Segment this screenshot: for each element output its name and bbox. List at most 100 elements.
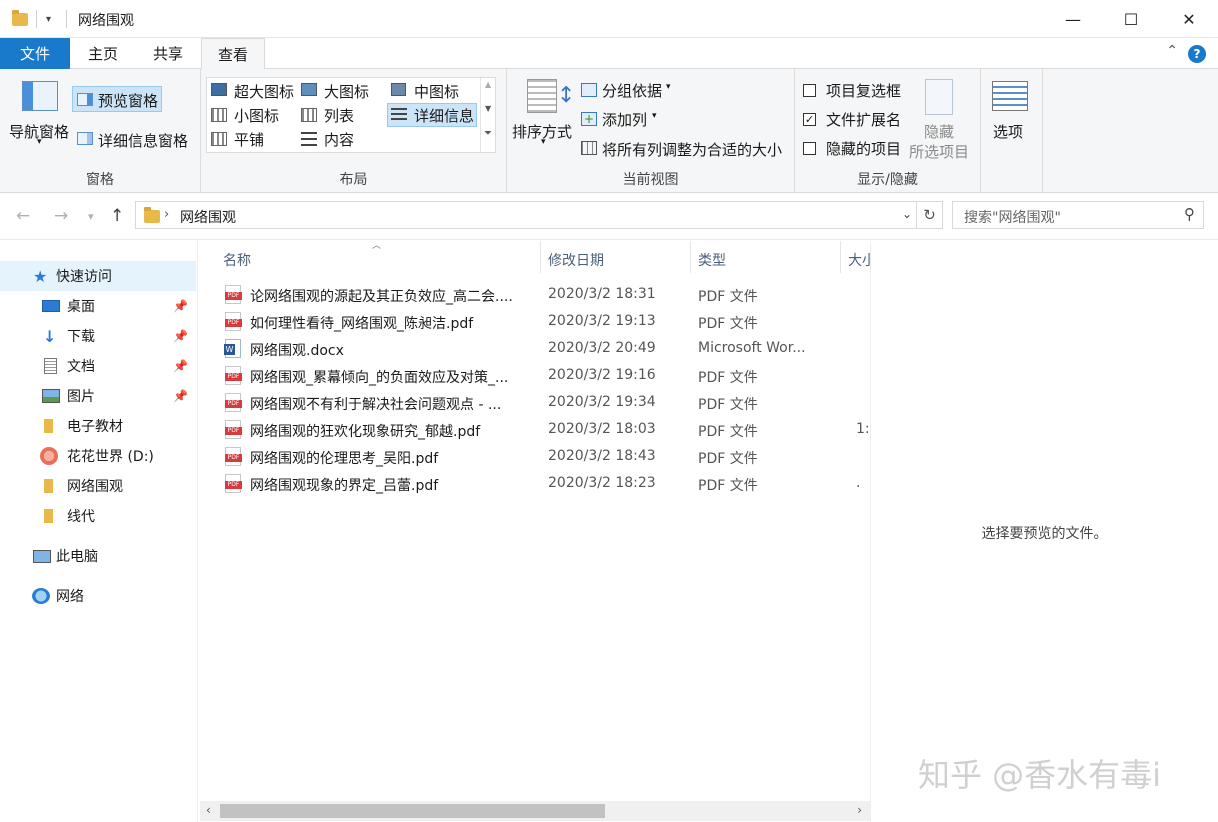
size-all-columns-button[interactable]: 将所有列调整为合适的大小 [602,139,782,160]
layout-tiles[interactable]: 平铺 [234,129,264,150]
divider [36,10,37,28]
layout-gallery-scroller[interactable]: ▲ ▼ ⏷ [480,78,496,152]
file-row[interactable]: 如何理性看待_网络围观_陈昶洁.pdf 2020/3/2 19:13 PDF 文件 [220,309,870,336]
nav-folder-network-onlookers[interactable]: 网络围观 [0,471,196,501]
nav-this-pc[interactable]: 此电脑 [0,541,196,571]
nav-desktop[interactable]: 桌面 📌 [0,291,196,321]
item-checkboxes-checkbox[interactable] [803,84,816,97]
file-row[interactable]: 论网络围观的源起及其正负效应_高二会.... 2020/3/2 18:31 PDF … [220,282,870,309]
nav-quick-access[interactable]: ★ 快速访问 [0,261,196,291]
layout-large-icons[interactable]: 大图标 [324,81,369,102]
nav-drive-d[interactable]: 花花世界 (D:) [0,441,196,471]
nav-folder-linear-algebra[interactable]: 线代 [0,501,196,531]
group-by-button[interactable]: 分组依据 [602,80,662,101]
file-row[interactable]: 网络围观的狂欢化现象研究_郁越.pdf 2020/3/2 18:03 PDF 文件 1… [220,417,870,444]
pin-icon[interactable]: 📌 [173,359,188,373]
column-divider[interactable] [840,241,841,273]
scrollbar-thumb[interactable] [220,804,605,818]
file-row[interactable]: 网络围观的伦理思考_吴阳.pdf 2020/3/2 18:43 PDF 文件 [220,444,870,471]
gallery-more-icon[interactable]: ⏷ [484,128,492,139]
file-row[interactable]: 网络围观_累幕倾向_的负面效应及对策_... 2020/3/2 19:16 PDF … [220,363,870,390]
up-icon[interactable]: ↑ [110,206,124,226]
file-row[interactable]: 网络围观现象的界定_吕蕾.pdf 2020/3/2 18:23 PDF 文件. [220,471,870,498]
file-row[interactable]: 网络围观不有利于解决社会问题观点 - ... 2020/3/2 19:34 PDF … [220,390,870,417]
pin-icon[interactable]: 📌 [173,329,188,343]
refresh-icon[interactable]: ↻ [917,201,943,229]
file-row[interactable]: 网络围观.docx 2020/3/2 20:49 Microsoft Wor... [220,336,870,363]
layout-medium-icons[interactable]: 中图标 [414,81,459,102]
network-icon [32,588,50,604]
hide-selected-icon [925,79,953,115]
scroll-left-icon[interactable]: ‹ [206,803,211,817]
pin-icon[interactable]: 📌 [173,389,188,403]
ribbon: 导航窗格 ▾ 预览窗格 详细信息窗格 窗格 布局 超大图标 大图标 中图标 小图… [0,69,1218,193]
file-extensions-checkbox[interactable]: ✓ [803,113,816,126]
nav-downloads[interactable]: ↓ 下载 📌 [0,321,196,351]
column-divider[interactable] [540,241,541,273]
column-header-date[interactable]: 修改日期 [548,250,604,270]
layout-content[interactable]: 内容 [324,129,354,150]
minimize-button[interactable]: — [1044,0,1102,38]
help-icon[interactable]: ? [1188,45,1206,63]
file-name: 论网络围观的源起及其正负效应_高二会.... [250,289,513,305]
collapse-ribbon-icon[interactable]: ⌃ [1166,43,1178,59]
column-header-type[interactable]: 类型 [698,250,726,270]
column-header-name[interactable]: 名称 [223,250,251,270]
panes-group-label: 窗格 [86,172,114,188]
content-icon [301,132,317,146]
file-extensions-label[interactable]: 文件扩展名 [826,109,901,130]
tab-file[interactable]: 文件 [0,38,70,69]
nav-documents[interactable]: 文档 📌 [0,351,196,381]
layout-extra-large-icons[interactable]: 超大图标 [234,81,294,102]
recent-locations-icon[interactable]: ▾ [88,210,94,223]
chevron-down-icon: ▾ [652,111,657,121]
layout-group-label: 布局 [339,172,368,188]
tab-home[interactable]: 主页 [72,38,134,69]
file-name: 如何理性看待_网络围观_陈昶洁.pdf [250,316,474,332]
tab-share[interactable]: 共享 [136,38,200,69]
back-icon[interactable]: ← [16,206,30,226]
hidden-items-checkbox[interactable] [803,142,816,155]
preview-pane: 选择要预览的文件。 [870,241,1218,822]
search-icon[interactable]: ⚲ [1184,205,1195,223]
quick-access-dropdown-icon[interactable]: ▾ [46,9,51,29]
breadcrumb[interactable]: 网络围观 [180,207,236,227]
breadcrumb-separator-icon[interactable]: › [164,207,169,222]
extra-large-icons-icon [211,83,227,96]
hide-selected-label-1: 隐藏 [924,123,955,141]
pdf-file-icon [225,366,242,385]
options-icon [992,81,1028,111]
column-header-size[interactable]: 大小 [848,250,870,270]
nav-folder-e-textbooks[interactable]: 电子教材 [0,411,196,441]
forward-icon[interactable]: → [54,206,68,226]
options-button[interactable]: 选项 [993,121,1023,142]
address-bar[interactable]: › 网络围观 ⌄ [135,201,917,229]
download-icon: ↓ [43,326,57,346]
nav-network[interactable]: 网络 [0,581,196,611]
maximize-button[interactable]: ☐ [1102,0,1160,38]
address-history-icon[interactable]: ⌄ [902,207,912,221]
column-divider[interactable] [690,241,691,273]
close-button[interactable]: ✕ [1160,0,1218,38]
layout-details[interactable]: 详细信息 [387,103,477,127]
tab-view[interactable]: 查看 [201,38,265,70]
file-date: 2020/3/2 19:34 [548,394,656,410]
scroll-up-icon[interactable]: ▲ [485,80,491,89]
horizontal-scrollbar[interactable]: ‹ › [200,801,870,821]
desktop-icon [42,300,60,312]
layout-list[interactable]: 列表 [324,105,354,126]
item-checkboxes-label[interactable]: 项目复选框 [826,80,901,101]
chevron-down-icon: ▾ [37,137,42,147]
details-pane-button[interactable]: 详细信息窗格 [98,130,188,151]
pin-icon[interactable]: 📌 [173,299,188,313]
nav-pictures[interactable]: 图片 📌 [0,381,196,411]
scroll-right-icon[interactable]: › [857,803,862,817]
layout-small-icons[interactable]: 小图标 [234,105,279,126]
current-view-group-label: 当前视图 [622,172,679,188]
pdf-file-icon [225,312,242,331]
scroll-down-icon[interactable]: ▼ [485,104,491,113]
add-columns-button[interactable]: 添加列 [602,109,647,130]
search-input[interactable]: 搜索"网络围观" ⚲ [952,201,1204,229]
preview-pane-button[interactable]: 预览窗格 [72,86,162,112]
hidden-items-label[interactable]: 隐藏的项目 [826,138,901,159]
